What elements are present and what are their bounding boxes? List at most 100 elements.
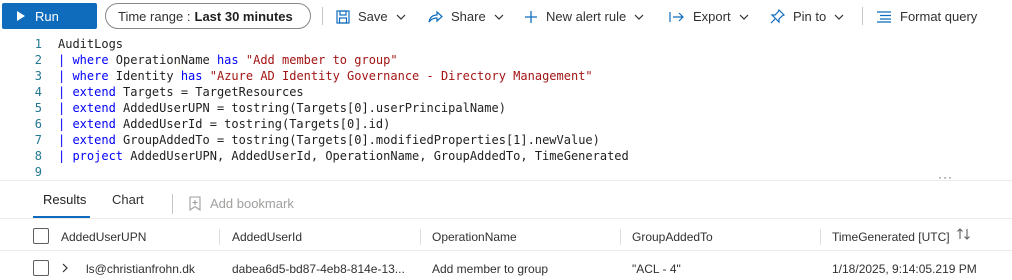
format-lines-icon xyxy=(876,10,892,23)
code-text: | where Identity has "Azure AD Identity … xyxy=(58,68,593,84)
column-header-addeduserid[interactable]: AddedUserId xyxy=(232,230,412,244)
column-divider[interactable] xyxy=(219,229,220,245)
tabs-border xyxy=(0,218,1012,219)
run-button[interactable]: Run xyxy=(2,3,97,29)
pin-to-button[interactable]: Pin to xyxy=(770,0,844,33)
pin-to-label: Pin to xyxy=(793,9,827,24)
code-token: extend xyxy=(72,85,116,99)
code-token: AddedUserId = tostring(Targets[0].id) xyxy=(115,117,391,131)
code-token: AuditLogs xyxy=(58,37,124,51)
save-icon xyxy=(336,9,350,24)
tab-results[interactable]: Results xyxy=(43,192,86,216)
code-text: | project AddedUserUPN, AddedUserId, Ope… xyxy=(58,148,629,164)
code-token: where xyxy=(72,69,109,83)
table-row[interactable]: ls@christianfrohn.dk dabea6d5-bd87-4eb8-… xyxy=(0,254,1012,280)
line-number: 1 xyxy=(34,37,42,51)
time-range-label: Time range : xyxy=(118,8,191,24)
code-token: has xyxy=(216,53,239,67)
column-divider[interactable] xyxy=(820,229,821,245)
code-token: has xyxy=(180,69,203,83)
line-number: 8 xyxy=(34,149,42,163)
code-token: "Add member to group" xyxy=(245,53,398,67)
chevron-down-icon xyxy=(494,14,504,20)
code-token: project xyxy=(72,149,124,163)
line-number: 3 xyxy=(34,69,42,83)
column-header-operationname[interactable]: OperationName xyxy=(432,230,612,244)
chevron-down-icon xyxy=(834,14,844,20)
share-icon xyxy=(427,10,443,24)
new-alert-rule-label: New alert rule xyxy=(546,9,627,24)
line-number: 2 xyxy=(34,53,42,67)
export-arrow-icon xyxy=(669,10,685,24)
sort-icon[interactable] xyxy=(956,227,972,241)
line-number: 7 xyxy=(34,133,42,147)
tab-chart[interactable]: Chart xyxy=(112,192,144,216)
more-options-icon[interactable]: ··· xyxy=(938,170,953,184)
code-token: where xyxy=(72,53,109,67)
pin-icon xyxy=(770,9,785,24)
query-toolbar: Run Time range : Last 30 minutes Save Sh… xyxy=(0,0,1012,33)
share-button[interactable]: Share xyxy=(427,0,504,33)
plus-icon xyxy=(524,10,538,24)
code-text: | extend AddedUserId = tostring(Targets[… xyxy=(58,116,390,132)
code-token: | xyxy=(58,85,73,99)
new-alert-rule-button[interactable]: New alert rule xyxy=(524,0,644,33)
cell-timegenerated: 1/18/2025, 9:14:05.219 PM xyxy=(832,262,977,276)
column-divider[interactable] xyxy=(420,229,421,245)
code-token: AddedUserUPN, AddedUserId, OperationName… xyxy=(123,149,629,163)
code-token: | xyxy=(58,53,73,67)
chevron-right-icon[interactable] xyxy=(62,263,68,273)
line-number: 4 xyxy=(34,85,42,99)
chevron-down-icon xyxy=(634,14,644,20)
query-editor[interactable]: 1 AuditLogs 2 | where OperationName has "Ad… xyxy=(0,36,1012,179)
code-text: | extend AddedUserUPN = tostring(Targets… xyxy=(58,100,506,116)
select-all-checkbox[interactable] xyxy=(33,228,49,244)
column-divider[interactable] xyxy=(620,229,621,245)
line-number: 6 xyxy=(34,117,42,131)
code-token: extend xyxy=(72,133,116,147)
code-token: | xyxy=(58,69,73,83)
export-label: Export xyxy=(693,9,731,24)
format-query-label: Format query xyxy=(900,9,978,24)
code-token: extend xyxy=(72,117,116,131)
grid-header-border xyxy=(0,250,1012,251)
code-token: | xyxy=(58,117,73,131)
column-header-groupaddedto[interactable]: GroupAddedTo xyxy=(632,230,812,244)
run-button-label: Run xyxy=(35,8,59,24)
cell-addeduserid: dabea6d5-bd87-4eb8-814e-13... xyxy=(232,262,405,276)
code-token: "Azure AD Identity Governance - Director… xyxy=(209,69,593,83)
time-range-value: Last 30 minutes xyxy=(194,8,293,24)
line-number: 5 xyxy=(34,101,42,115)
code-text: AuditLogs xyxy=(58,36,123,52)
column-header-timegenerated[interactable]: TimeGenerated [UTC] xyxy=(832,230,954,244)
toolbar-divider xyxy=(862,7,863,25)
code-text: | extend GroupAddedTo = tostring(Targets… xyxy=(58,132,600,148)
code-token: | xyxy=(58,149,73,163)
add-bookmark-button[interactable]: Add bookmark xyxy=(188,196,294,211)
code-token: | xyxy=(58,133,73,147)
cell-addeduserupn: ls@christianfrohn.dk xyxy=(86,262,195,276)
save-button[interactable]: Save xyxy=(336,0,406,33)
code-text: | where OperationName has "Add member to… xyxy=(58,52,398,68)
code-token: OperationName xyxy=(108,53,217,67)
column-header-addeduserupn[interactable]: AddedUserUPN xyxy=(61,230,211,244)
share-label: Share xyxy=(451,9,486,24)
format-query-button[interactable]: Format query xyxy=(876,0,977,33)
cell-groupaddedto: "ACL - 4" xyxy=(632,262,681,276)
results-grid-header: AddedUserUPN AddedUserId OperationName G… xyxy=(0,223,1012,251)
time-range-picker[interactable]: Time range : Last 30 minutes xyxy=(105,3,311,29)
save-label: Save xyxy=(358,9,388,24)
add-bookmark-label: Add bookmark xyxy=(210,196,294,211)
code-token: extend xyxy=(72,101,116,115)
tab-divider xyxy=(172,194,173,214)
code-token: Targets = TargetResources xyxy=(115,85,304,99)
export-button[interactable]: Export xyxy=(669,0,749,33)
play-icon xyxy=(17,11,25,21)
code-token: Identity xyxy=(108,69,181,83)
editor-results-splitter[interactable] xyxy=(0,180,1012,181)
code-text: | extend Targets = TargetResources xyxy=(58,84,304,100)
code-token: AddedUserUPN = tostring(Targets[0].userP… xyxy=(115,101,506,115)
row-checkbox[interactable] xyxy=(33,260,49,276)
